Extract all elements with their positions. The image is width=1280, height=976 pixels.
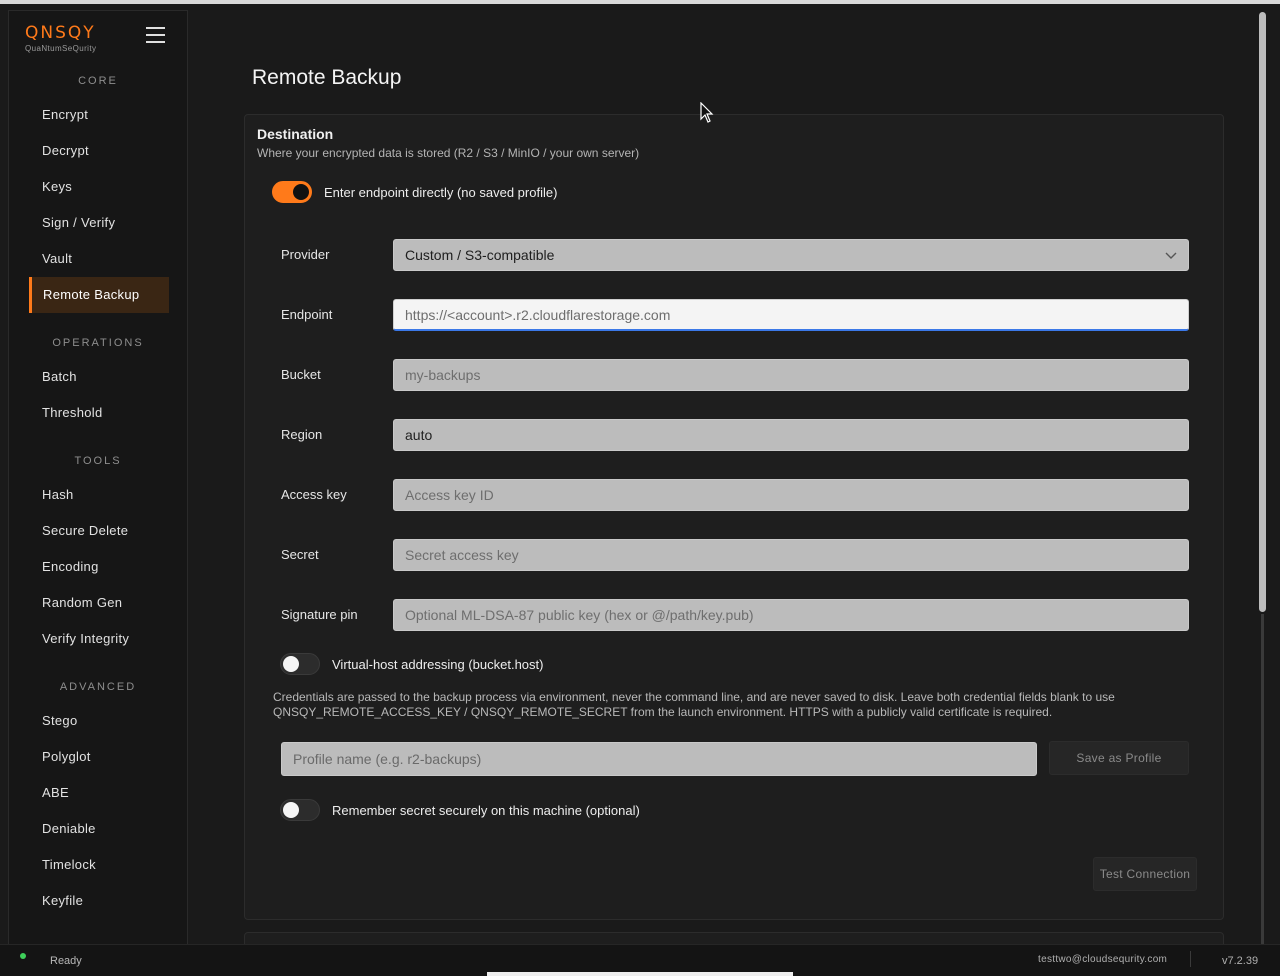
- profile-name-input[interactable]: [281, 742, 1037, 776]
- direct-endpoint-label: Enter endpoint directly (no saved profil…: [324, 185, 558, 200]
- sidebar-item-stego[interactable]: Stego: [29, 703, 169, 739]
- sidebar-item-hash[interactable]: Hash: [29, 477, 169, 513]
- sidebar-item-remote-backup[interactable]: Remote Backup: [29, 277, 169, 313]
- sidebar-item-encrypt[interactable]: Encrypt: [29, 97, 169, 133]
- credentials-note: Credentials are passed to the backup pro…: [273, 690, 1115, 719]
- window-top-edge: [0, 0, 1280, 4]
- sidebar-item-verify-integrity[interactable]: Verify Integrity: [29, 621, 169, 657]
- status-user: testtwo@cloudsequrity.com: [1038, 954, 1168, 965]
- toggle-knob: [283, 802, 299, 818]
- hamburger-menu-icon[interactable]: [146, 27, 166, 45]
- nav-section-core: CORE: [78, 75, 118, 87]
- destination-card: Destination Where your encrypted data is…: [244, 114, 1224, 920]
- sidebar-item-timelock[interactable]: Timelock: [29, 847, 169, 883]
- bottom-window-strip: [487, 972, 793, 976]
- nav-section-advanced: ADVANCED: [59, 681, 137, 693]
- endpoint-label: Endpoint: [281, 307, 333, 322]
- sidebar-item-threshold[interactable]: Threshold: [29, 395, 169, 431]
- bucket-input[interactable]: [393, 359, 1189, 391]
- remember-secret-toggle[interactable]: [280, 799, 320, 821]
- sidebar-item-random-gen[interactable]: Random Gen: [29, 585, 169, 621]
- sidebar-item-keyfile[interactable]: Keyfile: [29, 883, 169, 919]
- provider-select[interactable]: Custom / S3-compatible: [393, 239, 1189, 271]
- endpoint-input[interactable]: [393, 299, 1189, 331]
- toggle-knob: [293, 184, 309, 200]
- toggle-knob: [283, 656, 299, 672]
- sidebar-item-polyglot[interactable]: Polyglot: [29, 739, 169, 775]
- save-as-profile-button[interactable]: Save as Profile: [1049, 741, 1189, 775]
- status-text: Ready: [50, 955, 82, 967]
- sidebar-item-batch[interactable]: Batch: [29, 359, 169, 395]
- destination-title: Destination: [257, 126, 334, 142]
- status-divider: [1190, 951, 1191, 967]
- scrollbar-rail: [1261, 614, 1264, 944]
- virtual-host-toggle[interactable]: [280, 653, 320, 675]
- destination-subtitle: Where your encrypted data is stored (R2 …: [257, 146, 640, 160]
- brand-wordmark: QNSQY: [25, 23, 96, 43]
- virtual-host-label: Virtual-host addressing (bucket.host): [332, 657, 544, 672]
- sidebar-item-vault[interactable]: Vault: [29, 241, 169, 277]
- direct-endpoint-toggle[interactable]: [272, 181, 312, 203]
- secret-label: Secret: [281, 547, 319, 562]
- sidebar-item-decrypt[interactable]: Decrypt: [29, 133, 169, 169]
- signature-pin-label: Signature pin: [281, 607, 358, 622]
- sidebar-item-abe[interactable]: ABE: [29, 775, 169, 811]
- provider-label: Provider: [281, 247, 330, 262]
- brand-tagline: QuaNtumSeQurity: [25, 44, 97, 53]
- app-version: v7.2.39: [1222, 955, 1259, 967]
- sidebar-item-encoding[interactable]: Encoding: [29, 549, 169, 585]
- sidebar: QNSQY QuaNtumSeQurity CORE Encrypt Decry…: [8, 10, 188, 944]
- scrollbar-thumb[interactable]: [1259, 12, 1266, 612]
- brand-logo: QNSQY QuaNtumSeQurity: [25, 23, 125, 63]
- region-input[interactable]: [393, 419, 1189, 451]
- mouse-cursor-icon: [700, 102, 714, 123]
- sidebar-item-keys[interactable]: Keys: [29, 169, 169, 205]
- provider-selected-value: Custom / S3-compatible: [405, 247, 555, 263]
- status-dot-icon: [20, 953, 26, 959]
- region-label: Region: [281, 427, 323, 442]
- sidebar-item-secure-delete[interactable]: Secure Delete: [29, 513, 169, 549]
- sidebar-item-deniable[interactable]: Deniable: [29, 811, 169, 847]
- access-key-label: Access key: [281, 487, 347, 502]
- nav-section-tools: TOOLS: [74, 455, 122, 467]
- chevron-down-icon: [1165, 252, 1177, 259]
- page-title: Remote Backup: [252, 66, 402, 89]
- remember-secret-label: Remember secret securely on this machine…: [332, 803, 640, 818]
- sidebar-item-sign-verify[interactable]: Sign / Verify: [29, 205, 169, 241]
- nav-section-operations: OPERATIONS: [52, 337, 144, 349]
- test-connection-button[interactable]: Test Connection: [1093, 857, 1197, 891]
- signature-pin-input[interactable]: [393, 599, 1189, 631]
- bucket-label: Bucket: [281, 367, 321, 382]
- access-key-input[interactable]: [393, 479, 1189, 511]
- secret-input[interactable]: [393, 539, 1189, 571]
